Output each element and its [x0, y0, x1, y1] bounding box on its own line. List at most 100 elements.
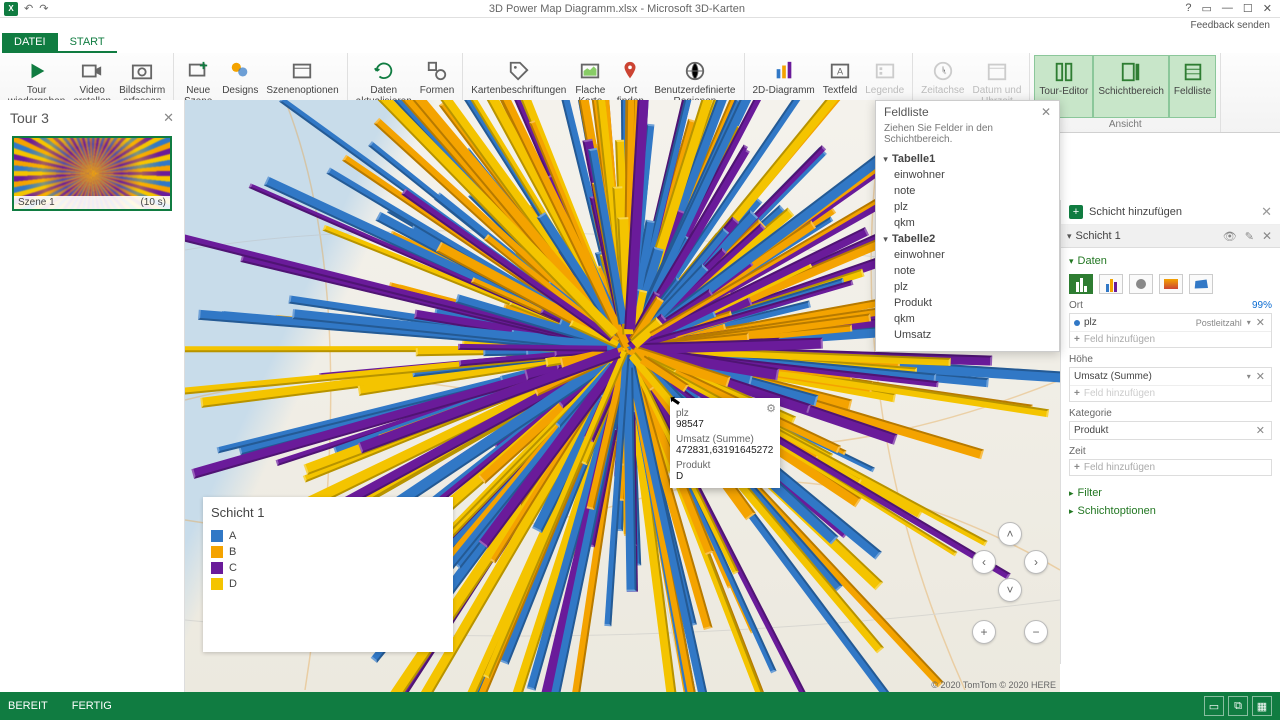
field-dropdown-icon[interactable]: ▾	[1244, 372, 1254, 381]
field-list-dialog[interactable]: Feldliste ✕ Ziehen Sie Felder in den Sch…	[875, 100, 1060, 352]
chart-type-bubble[interactable]	[1129, 274, 1153, 294]
add-layer-button[interactable]: + Schicht hinzufügen	[1069, 205, 1182, 219]
location-add-field[interactable]: +Feld hinzufügen	[1070, 332, 1271, 347]
feedback-link[interactable]: Feedback senden	[0, 18, 1280, 33]
legend-icon	[873, 59, 897, 83]
field-remove-icon[interactable]: ✕	[1254, 370, 1267, 383]
rotate-left-button[interactable]: ‹	[972, 550, 996, 574]
field-item[interactable]: note	[884, 183, 1051, 199]
chart-type-heatmap[interactable]	[1159, 274, 1183, 294]
excel-icon: X	[4, 2, 18, 16]
field-list-title: Feldliste	[884, 105, 929, 119]
section-schichtoptionen[interactable]: ▸Schichtoptionen	[1069, 502, 1272, 520]
view-mode-1[interactable]: ▭	[1204, 696, 1224, 716]
themes-icon	[228, 59, 252, 83]
category-field-row: Produkt ✕	[1070, 422, 1271, 439]
category-well[interactable]: Produkt ✕	[1069, 421, 1272, 440]
table-node[interactable]: Tabelle1	[884, 151, 1051, 167]
tour-title: Tour 3	[10, 110, 49, 126]
status-bar: BEREIT FERTIG ▭ ⧉ ▦	[0, 692, 1280, 720]
refresh-icon	[372, 59, 396, 83]
location-well[interactable]: plz Postleitzahl ▾ ✕ +Feld hinzufügen	[1069, 313, 1272, 348]
svg-text:A: A	[837, 67, 844, 77]
field-item[interactable]: plz	[884, 279, 1051, 295]
document-title: 3D Power Map Diagramm.xlsx - Microsoft 3…	[48, 3, 1185, 15]
zoom-in-button[interactable]: +	[972, 620, 996, 644]
visibility-icon[interactable]: 👁	[1221, 230, 1239, 243]
regions-icon	[683, 59, 707, 83]
delete-layer-icon[interactable]: ✕	[1260, 229, 1274, 243]
chart-icon	[772, 59, 796, 83]
legend-item: A	[211, 528, 445, 544]
time-add-field[interactable]: +Feld hinzufügen	[1070, 460, 1271, 475]
maximize-icon[interactable]: ☐	[1243, 2, 1253, 15]
layer-panel: + Schicht hinzufügen ✕ ▾ Schicht 1 👁 ✎ ✕…	[1060, 200, 1280, 664]
field-item[interactable]: qkm	[884, 311, 1051, 327]
tab-start[interactable]: START	[58, 33, 117, 53]
field-list-icon	[1181, 60, 1205, 84]
chart-type-stacked-column[interactable]	[1069, 274, 1093, 294]
map-legend[interactable]: Schicht 1 ABCD	[203, 497, 453, 652]
section-filter[interactable]: ▸Filter	[1069, 484, 1272, 502]
tour-panel-close[interactable]: ✕	[163, 110, 174, 126]
height-well[interactable]: Umsatz (Summe) ▾ ✕ +Feld hinzufügen	[1069, 367, 1272, 402]
field-dropdown-icon[interactable]: ▾	[1244, 318, 1254, 327]
status-done: FERTIG	[72, 700, 112, 712]
view-mode-3[interactable]: ▦	[1252, 696, 1272, 716]
scene-name: Szene 1	[18, 197, 55, 208]
rename-icon[interactable]: ✎	[1243, 230, 1256, 243]
rotate-right-button[interactable]: ›	[1024, 550, 1048, 574]
status-ready: BEREIT	[8, 700, 48, 712]
new-scene-icon	[186, 59, 210, 83]
tilt-down-button[interactable]: ˅	[998, 578, 1022, 602]
legend-item: C	[211, 560, 445, 576]
height-add-field[interactable]: +Feld hinzufügen	[1070, 386, 1271, 401]
minimize-icon[interactable]: —	[1222, 2, 1233, 15]
table-node[interactable]: Tabelle2	[884, 231, 1051, 247]
chevron-down-icon: ▾	[1067, 231, 1072, 242]
section-daten[interactable]: ▾Daten	[1069, 252, 1272, 270]
field-item[interactable]: Produkt	[884, 295, 1051, 311]
field-item[interactable]: Umsatz	[884, 327, 1051, 343]
field-item[interactable]: note	[884, 263, 1051, 279]
layer-panel-close[interactable]: ✕	[1261, 204, 1272, 220]
tab-datei[interactable]: DATEI	[2, 33, 58, 53]
chart-type-clustered-column[interactable]	[1099, 274, 1123, 294]
scene-thumbnail[interactable]: Szene 1 (10 s)	[12, 136, 172, 211]
location-field-row: plz Postleitzahl ▾ ✕	[1070, 314, 1271, 332]
tooltip-settings-icon[interactable]: ⚙	[766, 402, 776, 415]
textbox-icon: A	[828, 59, 852, 83]
ribbon-collapse-icon[interactable]: ▭	[1202, 2, 1212, 15]
field-remove-icon[interactable]: ✕	[1254, 316, 1267, 329]
geocode-confidence[interactable]: 99%	[1252, 300, 1272, 311]
play-icon	[25, 59, 49, 83]
field-list-close[interactable]: ✕	[1041, 105, 1051, 119]
options-icon	[290, 59, 314, 83]
field-remove-icon[interactable]: ✕	[1254, 424, 1267, 437]
redo-icon[interactable]: ↷	[39, 2, 48, 15]
close-icon[interactable]: ✕	[1263, 2, 1272, 15]
data-tooltip: ⚙ plz 98547 Umsatz (Summe) 472831,631916…	[670, 398, 780, 488]
tilt-up-button[interactable]: ˄	[998, 522, 1022, 546]
map-credits: © 2020 TomTom © 2020 HERE	[931, 680, 1056, 690]
field-item[interactable]: einwohner	[884, 167, 1051, 183]
shapes-icon	[425, 59, 449, 83]
camera-icon	[130, 59, 154, 83]
undo-icon[interactable]: ↶	[24, 2, 33, 15]
calendar-icon	[985, 59, 1009, 83]
tour-editor-icon	[1052, 60, 1076, 84]
layer-pane-icon	[1119, 60, 1143, 84]
view-mode-2[interactable]: ⧉	[1228, 696, 1248, 716]
time-well[interactable]: +Feld hinzufügen	[1069, 459, 1272, 476]
field-item[interactable]: qkm	[884, 215, 1051, 231]
label-icon	[507, 59, 531, 83]
zoom-out-button[interactable]: −	[1024, 620, 1048, 644]
field-item[interactable]: plz	[884, 199, 1051, 215]
scene-duration: (10 s)	[140, 197, 166, 208]
layer-header[interactable]: ▾ Schicht 1 👁 ✎ ✕	[1061, 225, 1280, 248]
help-icon[interactable]: ?	[1185, 2, 1191, 15]
chart-type-region[interactable]	[1189, 274, 1213, 294]
legend-item: B	[211, 544, 445, 560]
tour-panel: Tour 3 ✕ 1 Szene 1 (10 s)	[0, 100, 185, 692]
field-item[interactable]: einwohner	[884, 247, 1051, 263]
